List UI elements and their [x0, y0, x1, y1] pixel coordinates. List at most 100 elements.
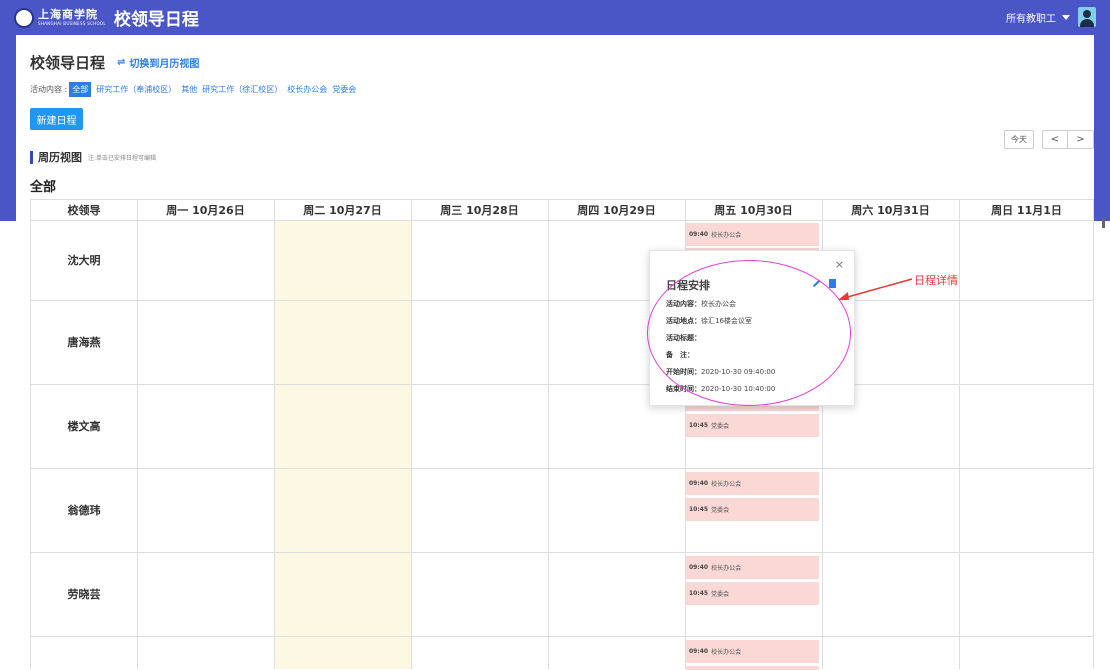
detail-value: 徐汇16楼会议室: [701, 317, 752, 325]
today-column-highlight: [274, 220, 411, 669]
user-scope-label: 所有教职工: [1006, 13, 1056, 25]
detail-row-content: 活动内容：校长办公会: [666, 299, 775, 316]
activity-filter: 活动内容 : 全部 研究工作（奉浦校区） 其他 研究工作（徐汇校区） 校长办公会…: [30, 82, 356, 97]
annotation-label: 日程详情: [914, 274, 958, 287]
week-calendar-grid: 校领导 周一 10月26日 周二 10月27日 周三 10月28日 周四 10月…: [30, 199, 1094, 670]
next-week-button[interactable]: >: [1068, 130, 1094, 149]
pencil-icon[interactable]: [812, 278, 822, 288]
caret-down-icon: [1062, 14, 1070, 20]
popover-title: 日程安排: [666, 279, 710, 292]
detail-value: 2020-10-30 10:40:00: [701, 385, 776, 393]
schedule-detail-popover: × 日程安排 活动内容：校长办公会 活动地点：徐汇16楼会议室 活动标题： 备 …: [649, 250, 855, 406]
detail-value: 2020-10-30 09:40:00: [701, 368, 776, 376]
event-title: 党委会: [711, 507, 730, 514]
leader-row-label: 唐海燕: [67, 336, 101, 349]
event-chip[interactable]: 09:40 校长办公会: [686, 556, 819, 579]
detail-key: 活动标题：: [666, 334, 701, 342]
grid-hline: [31, 636, 1093, 637]
header-day-fri: 周五 10月30日: [714, 204, 793, 217]
leader-row-label: 翁德玮: [67, 504, 101, 517]
section-title: 周历视图: [38, 151, 82, 164]
detail-key: 备 注：: [666, 351, 694, 359]
filter-label: 活动内容 :: [30, 85, 68, 94]
school-logo[interactable]: 上海商学院 SHANGHAI BUSINESS SCHOOL: [14, 7, 106, 28]
grid-hline: [31, 552, 1093, 553]
event-chip[interactable]: 09:40 校长办公会: [686, 223, 819, 246]
week-nav: 今天 < >: [1004, 130, 1094, 149]
user-scope-dropdown[interactable]: 所有教职工: [1006, 10, 1070, 25]
detail-key: 活动地点：: [666, 317, 701, 325]
list-icon: ⇌: [117, 57, 126, 68]
grid-vline: [274, 200, 275, 669]
detail-row-remark: 备 注：: [666, 350, 775, 367]
leader-row-label: 沈大明: [67, 254, 101, 267]
grid-hline: [31, 384, 1093, 385]
logo-en-text: SHANGHAI BUSINESS SCHOOL: [38, 21, 106, 26]
event-chip[interactable]: 10:45 党委会: [686, 498, 819, 521]
filter-president-meeting[interactable]: 校长办公会: [287, 84, 327, 95]
filter-other[interactable]: 其他: [181, 84, 197, 95]
close-icon[interactable]: ×: [835, 258, 844, 271]
event-time: 10:45: [689, 590, 709, 597]
event-time: 10:45: [689, 422, 709, 429]
detail-key: 活动内容：: [666, 300, 701, 308]
detail-row-start: 开始时间：2020-10-30 09:40:00: [666, 367, 775, 384]
detail-key: 结束时间：: [666, 385, 701, 393]
new-schedule-button[interactable]: 新建日程: [30, 108, 83, 130]
event-chip[interactable]: 09:40 校长办公会: [686, 472, 819, 495]
header-day-wed: 周三 10月28日: [440, 204, 519, 217]
trash-icon[interactable]: [829, 279, 836, 288]
event-chip[interactable]: 10:45 党委会: [686, 414, 819, 437]
page-title: 校领导日程: [30, 54, 106, 72]
leader-row-label: 劳晓芸: [67, 588, 101, 601]
switch-month-view-link[interactable]: ⇌ 切换到月历视图: [117, 55, 199, 70]
grid-hline: [31, 300, 1093, 301]
section-accent-bar: [30, 150, 33, 164]
event-time: 09:40: [689, 480, 709, 487]
grid-hline: [31, 468, 1093, 469]
event-title: 校长办公会: [711, 565, 742, 572]
user-avatar[interactable]: [1078, 7, 1096, 27]
event-chip[interactable]: 10:45 党委会: [686, 582, 819, 605]
header-day-tue: 周二 10月27日: [303, 204, 382, 217]
detail-value: 校长办公会: [701, 300, 736, 308]
app-title: 校领导日程: [113, 10, 199, 30]
scrollbar-thumb[interactable]: [1102, 218, 1105, 228]
filter-research-fengpu[interactable]: 研究工作（奉浦校区）: [96, 84, 176, 95]
filter-party-committee[interactable]: 党委会: [332, 84, 356, 95]
detail-key: 开始时间：: [666, 368, 701, 376]
section-note: 注:单击已安排日程可编辑: [88, 154, 157, 162]
event-title: 校长办公会: [711, 649, 742, 656]
header-day-sun: 周日 11月1日: [991, 204, 1062, 217]
detail-row-end: 结束时间：2020-10-30 10:40:00: [666, 384, 775, 401]
prev-week-button[interactable]: <: [1042, 130, 1068, 149]
scope-title: 全部: [30, 180, 57, 195]
side-band-left: [0, 35, 16, 221]
filter-all[interactable]: 全部: [69, 82, 92, 97]
logo-cn-text: 上海商学院: [38, 8, 98, 21]
header-day-thu: 周四 10月29日: [577, 204, 656, 217]
filter-research-xuhui[interactable]: 研究工作（徐汇校区）: [202, 84, 282, 95]
switch-month-view-label: 切换到月历视图: [129, 59, 200, 70]
grid-vline: [411, 200, 412, 669]
side-band-right: [1094, 35, 1110, 221]
popover-details: 活动内容：校长办公会 活动地点：徐汇16楼会议室 活动标题： 备 注： 开始时间…: [666, 299, 775, 401]
grid-hline: [31, 220, 1093, 221]
header-leader: 校领导: [67, 204, 101, 217]
grid-vline: [548, 200, 549, 669]
event-chip[interactable]: 09:40 校长办公会: [686, 640, 819, 663]
grid-vline: [137, 200, 138, 669]
school-seal-icon: [14, 7, 34, 28]
event-time: 09:40: [689, 231, 709, 238]
event-time: 09:40: [689, 564, 709, 571]
event-title: 校长办公会: [711, 232, 742, 239]
event-title: 党委会: [711, 423, 730, 430]
event-chip[interactable]: [686, 666, 819, 670]
detail-row-title: 活动标题：: [666, 333, 775, 350]
leader-row-label: 楼文高: [67, 420, 101, 433]
detail-row-location: 活动地点：徐汇16楼会议室: [666, 316, 775, 333]
event-time: 10:45: [689, 506, 709, 513]
header-day-sat: 周六 10月31日: [851, 204, 930, 217]
today-button[interactable]: 今天: [1004, 130, 1034, 149]
event-time: 09:40: [689, 648, 709, 655]
